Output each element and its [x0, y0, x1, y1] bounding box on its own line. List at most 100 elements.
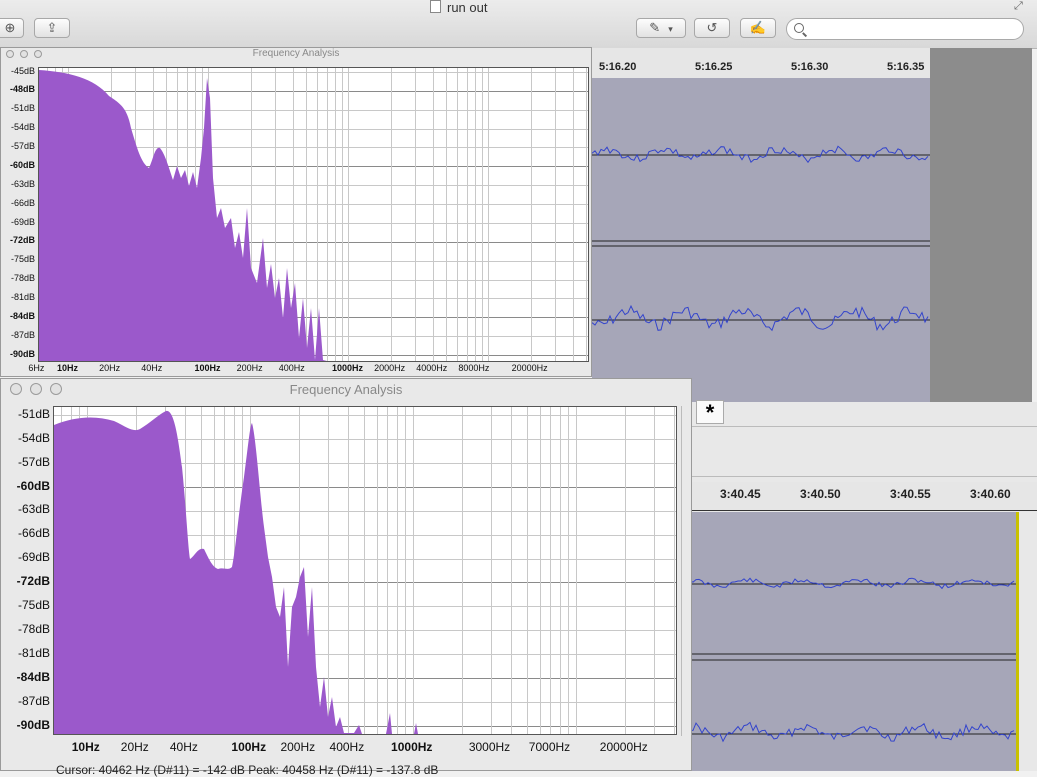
- db-tick-label: -81dB: [17, 646, 50, 661]
- window-title: Frequency Analysis: [289, 382, 403, 397]
- time-label: 3:40.45: [720, 487, 761, 501]
- zoom-in-button[interactable]: ⊕: [0, 18, 24, 38]
- track-window-top: 5:16.20 5:16.25 5:16.30 5:16.35: [591, 48, 1032, 402]
- annotate-dropdown-button[interactable]: ✎ ▾: [636, 18, 686, 38]
- db-tick-label: -57dB: [10, 141, 35, 152]
- db-tick-label: -72dB: [16, 574, 50, 589]
- db-tick-label: -75dB: [17, 598, 50, 613]
- track-window-bottom: * 3:40.45 3:40.50 3:40.55 3:40.60: [689, 400, 1037, 771]
- waveform-area[interactable]: [591, 78, 930, 402]
- waveform-svg: [689, 577, 1016, 743]
- minimize-button[interactable]: [30, 383, 42, 395]
- share-button[interactable]: ⇪: [34, 18, 70, 38]
- time-label: 5:16.25: [695, 61, 733, 73]
- waveform-line: [591, 145, 929, 164]
- frequency-tick-label: 100Hz: [231, 740, 267, 754]
- db-tick-label: -60dB: [16, 478, 50, 493]
- db-tick-label: -63dB: [10, 178, 35, 189]
- waveform-area[interactable]: [689, 512, 1019, 771]
- db-tick-label: -78dB: [10, 273, 35, 284]
- search-field[interactable]: [786, 18, 1024, 40]
- time-label: 3:40.55: [890, 487, 931, 501]
- asterisk-button[interactable]: *: [696, 400, 724, 425]
- frequency-tick-label: 20000Hz: [511, 363, 548, 373]
- waveform-svg: [591, 145, 930, 332]
- db-tick-label: -66dB: [10, 197, 35, 208]
- waveform-line: [689, 721, 1015, 743]
- frequency-tick-label: 20000Hz: [599, 740, 648, 754]
- share-icon: ⇪: [46, 20, 58, 35]
- frequency-tick-label: 40Hz: [141, 363, 163, 373]
- divider: [690, 476, 1037, 477]
- db-axis: -51dB -54dB -57dB -60dB -63dB -66dB -69dB -72dB…: [1, 406, 52, 733]
- timeline-ruler[interactable]: 5:16.20 5:16.25 5:16.30 5:16.35: [592, 48, 930, 79]
- timeline-ruler[interactable]: 3:40.45 3:40.50 3:40.55 3:40.60: [690, 482, 1037, 510]
- frequency-tick-label: 4000Hz: [416, 363, 448, 373]
- db-tick-label: -51dB: [10, 103, 35, 114]
- time-label: 3:40.50: [800, 487, 841, 501]
- zoom-button[interactable]: [34, 50, 42, 58]
- spectrum-plot[interactable]: [53, 406, 677, 735]
- db-tick-label: -63dB: [17, 502, 50, 517]
- frequency-axis: 10Hz 20Hz 40Hz 100Hz 200Hz 400Hz 1000Hz 3000Hz 7…: [53, 740, 675, 754]
- spectrum-fill: [54, 410, 676, 734]
- close-button[interactable]: [10, 383, 22, 395]
- db-tick-label: -51dB: [17, 406, 50, 421]
- search-icon: [794, 23, 804, 33]
- db-tick-label: -72dB: [9, 235, 35, 246]
- db-tick-label: -78dB: [17, 622, 50, 637]
- db-tick-label: -75dB: [10, 254, 35, 265]
- frequency-axis: 6Hz 10Hz 20Hz 40Hz 100Hz 200Hz 400Hz 1000Hz 2000…: [28, 363, 587, 375]
- rotate-button[interactable]: ↺: [694, 18, 730, 38]
- frequency-analysis-window-large: Frequency Analysis -51dB -54dB -57dB -60dB -…: [0, 378, 692, 771]
- frequency-tick-label: 20Hz: [99, 363, 121, 373]
- scroll-edge: [681, 406, 682, 736]
- db-tick-label: -48dB: [9, 84, 35, 95]
- db-tick-label: -54dB: [10, 122, 35, 133]
- frequency-tick-label: 100Hz: [194, 363, 221, 373]
- divider: [690, 426, 1037, 427]
- frequency-tick-label: 2000Hz: [374, 363, 406, 373]
- zoom-icon: ⊕: [4, 20, 16, 35]
- waveform-line: [591, 304, 929, 332]
- minimize-button[interactable]: [20, 50, 28, 58]
- fullscreen-icon[interactable]: ⤢: [1014, 0, 1023, 13]
- zoom-button[interactable]: [50, 383, 62, 395]
- db-tick-label: -69dB: [10, 216, 35, 227]
- rotate-icon: ↺: [706, 20, 718, 35]
- frequency-tick-label: 1000Hz: [391, 740, 433, 754]
- spectrum-fill: [39, 70, 327, 361]
- frequency-tick-label: 1000Hz: [331, 363, 363, 373]
- db-tick-label: -84dB: [16, 669, 50, 684]
- document-icon: [430, 0, 441, 13]
- spectrum-area: [54, 410, 676, 734]
- spectrum-plot[interactable]: [38, 67, 589, 362]
- window-title: run out: [430, 0, 610, 15]
- db-axis: -45dB -48dB -51dB -54dB -57dB -60dB -63dB -66dB…: [1, 65, 37, 360]
- db-tick-label: -84dB: [9, 310, 35, 321]
- frequency-analysis-window-small: Frequency Analysis -45dB -48dB -51dB -54dB -…: [0, 47, 592, 377]
- frequency-tick-label: 400Hz: [278, 363, 305, 373]
- db-tick-label: -87dB: [10, 329, 35, 340]
- time-label: 5:16.30: [791, 61, 829, 73]
- frequency-tick-label: 20Hz: [120, 740, 149, 754]
- frequency-tick-label: 400Hz: [329, 740, 365, 754]
- close-button[interactable]: [6, 50, 14, 58]
- frequency-tick-label: 200Hz: [280, 740, 316, 754]
- db-tick-label: -45dB: [10, 65, 35, 76]
- time-label: 5:16.20: [599, 61, 637, 73]
- frequency-tick-label: 40Hz: [169, 740, 198, 754]
- edit-button[interactable]: ✍: [740, 18, 776, 38]
- search-input[interactable]: [809, 22, 1013, 38]
- frequency-tick-label: 8000Hz: [458, 363, 490, 373]
- pencil-icon: ✎: [649, 20, 661, 35]
- window-title: Frequency Analysis: [252, 48, 340, 59]
- db-tick-label: -66dB: [17, 526, 50, 541]
- db-tick-label: -87dB: [17, 693, 50, 708]
- db-tick-label: -60dB: [9, 159, 35, 170]
- db-tick-label: -81dB: [10, 292, 35, 302]
- db-tick-label: -69dB: [17, 550, 50, 565]
- frequency-tick-label: 10Hz: [71, 740, 100, 754]
- analysis-status-text: Cursor: 40462 Hz (D#11) = -142 dB Peak: …: [56, 763, 439, 777]
- db-tick-label: -90dB: [9, 348, 35, 359]
